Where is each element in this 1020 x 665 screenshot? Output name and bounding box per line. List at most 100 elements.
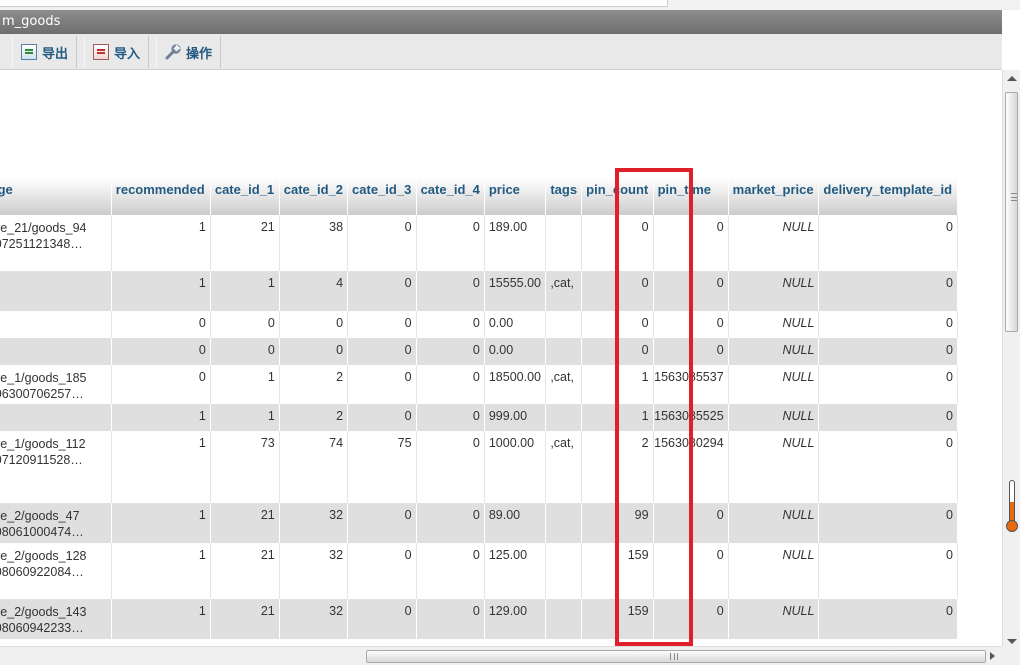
cell-pin-count: 0 [581, 215, 654, 271]
cell-tags [545, 599, 583, 639]
cell-pin-count: 99 [581, 503, 654, 543]
cell-cate-id-4: 0 [416, 338, 485, 365]
column-header[interactable]: pin_time [653, 178, 729, 215]
cell-recommended: 1 [111, 503, 211, 543]
image-cell: les/store_2/goods_128 _200908060922084… [0, 543, 112, 599]
cell-delivery-template-id: 0 [818, 311, 958, 338]
column-header[interactable]: cate_id_1 [210, 178, 280, 215]
import-button[interactable]: 导入 [84, 36, 150, 68]
cell-market-price: NULL [728, 365, 820, 404]
image-cell: les/store_1/goods_185 _201906300706257… [0, 365, 112, 404]
scroll-down-arrow-icon[interactable] [1007, 639, 1017, 644]
image-cell [0, 338, 112, 365]
column-header[interactable]: market_price [728, 178, 820, 215]
vertical-scrollbar[interactable] [1002, 70, 1020, 650]
cell-cate-id-1: 21 [210, 503, 280, 543]
table-row[interactable]: les/store_2/goods_143 _200908060942233… 12… [0, 599, 958, 639]
column-header[interactable]: cate_id_2 [279, 178, 349, 215]
column-header[interactable]: lt_image [0, 178, 112, 215]
image-path-line: _201607251121348… [0, 237, 83, 251]
cell-market-price: NULL [728, 599, 820, 639]
cell-price: 0.00 [484, 338, 547, 365]
cell-tags: ,cat, [545, 365, 583, 404]
cell-price: 15555.00 [484, 271, 547, 311]
cell-delivery-template-id: 0 [818, 599, 958, 639]
cell-recommended: 0 [111, 338, 211, 365]
cell-tags: ,cat, [545, 431, 583, 503]
image-cell [0, 404, 112, 431]
cell-cate-id-4: 0 [416, 599, 485, 639]
wrench-icon [165, 44, 181, 60]
cell-delivery-template-id: 0 [818, 404, 958, 431]
cell-tags [545, 338, 583, 365]
column-header-sorted[interactable]: pin_count ▲ [581, 178, 654, 215]
cell-market-price: NULL [728, 503, 820, 543]
cell-recommended: 0 [111, 365, 211, 404]
cell-cate-id-2: 2 [279, 365, 349, 404]
vertical-scroll-thumb[interactable] [1005, 92, 1018, 332]
cell-cate-id-4: 0 [416, 404, 485, 431]
window-title: m_goods [0, 10, 1002, 34]
table-row[interactable]: les/store_2/goods_47 _200908061000474… 121… [0, 503, 958, 543]
cell-delivery-template-id: 0 [818, 338, 958, 365]
cell-tags [545, 311, 583, 338]
table-row[interactable]: les/store_1/goods_185_201906300706257…01… [0, 365, 958, 404]
cell-cate-id-1: 73 [210, 431, 280, 503]
table-row[interactable]: les/store_2/goods_128 _200908060922084… 12… [0, 543, 958, 599]
cell-cate-id-4: 0 [416, 215, 485, 271]
sort-asc-icon: ▲ [613, 199, 622, 208]
cell-delivery-template-id: 0 [818, 365, 958, 404]
cell-recommended: 1 [111, 215, 211, 271]
cell-recommended: 1 [111, 271, 211, 311]
scroll-up-arrow-icon[interactable] [1007, 76, 1017, 81]
import-label: 导入 [114, 46, 141, 62]
cell-pin-time: 0 [653, 215, 729, 271]
column-header[interactable]: price [484, 178, 547, 215]
cell-pin-count: 159 [581, 543, 654, 599]
cell-recommended: 0 [111, 311, 211, 338]
scroll-right-arrow-icon[interactable] [990, 652, 995, 660]
table-row[interactable]: les/store_1/goods_112_201907120911528…17… [0, 431, 958, 503]
export-label: 导出 [42, 46, 69, 62]
cell-pin-time: 1563080294 [653, 431, 729, 503]
cell-price: 125.00 [484, 543, 547, 599]
cell-cate-id-4: 0 [416, 271, 485, 311]
table-row[interactable]: les/store_21/goods_94 _201607251121348… 12… [0, 215, 958, 271]
image-cell: les/store_2/goods_47 _200908061000474… [0, 503, 112, 543]
cell-cate-id-3: 0 [347, 215, 417, 271]
cell-price: 0.00 [484, 311, 547, 338]
cell-cate-id-2: 0 [279, 338, 349, 365]
image-path-line: les/store_2/goods_47 [0, 509, 80, 523]
column-header[interactable]: tags [545, 178, 583, 215]
cell-cate-id-3: 0 [347, 338, 417, 365]
cell-cate-id-1: 1 [210, 404, 280, 431]
table-row[interactable]: 0 0 0 0 0 0.00 0 0 NULL 0 [0, 338, 958, 365]
export-button[interactable]: 导出 [12, 36, 78, 68]
operations-button[interactable]: 操作 [156, 36, 222, 68]
table-row[interactable]: 0 0 0 0 0 0.00 0 0 NULL 0 [0, 311, 958, 338]
cell-cate-id-4: 0 [416, 431, 485, 503]
cell-cate-id-4: 0 [416, 543, 485, 599]
cell-delivery-template-id: 0 [818, 271, 958, 311]
image-cell: les/store_2/goods_143 _200908060942233… [0, 599, 112, 639]
address-field-edge[interactable] [0, 0, 668, 7]
column-header[interactable]: cate_id_3 [347, 178, 417, 215]
cell-price: 18500.00 [484, 365, 547, 404]
cell-price: 1000.00 [484, 431, 547, 503]
cell-pin-time: 1563085537 [653, 365, 729, 404]
table-row[interactable]: 1 1 2 0 0 999.00 1 1563085525 NULL 0 [0, 404, 958, 431]
image-path-line: _200908060942233… [0, 621, 84, 635]
table-row[interactable]: 1 1 4 0 0 15555.00 ,cat, 0 0 NULL 0 [0, 271, 958, 311]
image-path-line: _200908060922084… [0, 565, 84, 579]
horizontal-scroll-thumb[interactable] [366, 650, 986, 663]
column-header[interactable]: cate_id_4 [416, 178, 485, 215]
column-header[interactable]: recommended [111, 178, 211, 215]
cell-pin-time: 0 [653, 503, 729, 543]
horizontal-scrollbar[interactable] [0, 646, 1002, 665]
cell-cate-id-2: 0 [279, 311, 349, 338]
cell-pin-time: 0 [653, 599, 729, 639]
cell-cate-id-3: 0 [347, 503, 417, 543]
image-cell [0, 271, 112, 311]
column-header[interactable]: delivery_template_id [818, 178, 958, 215]
cell-cate-id-1: 21 [210, 599, 280, 639]
